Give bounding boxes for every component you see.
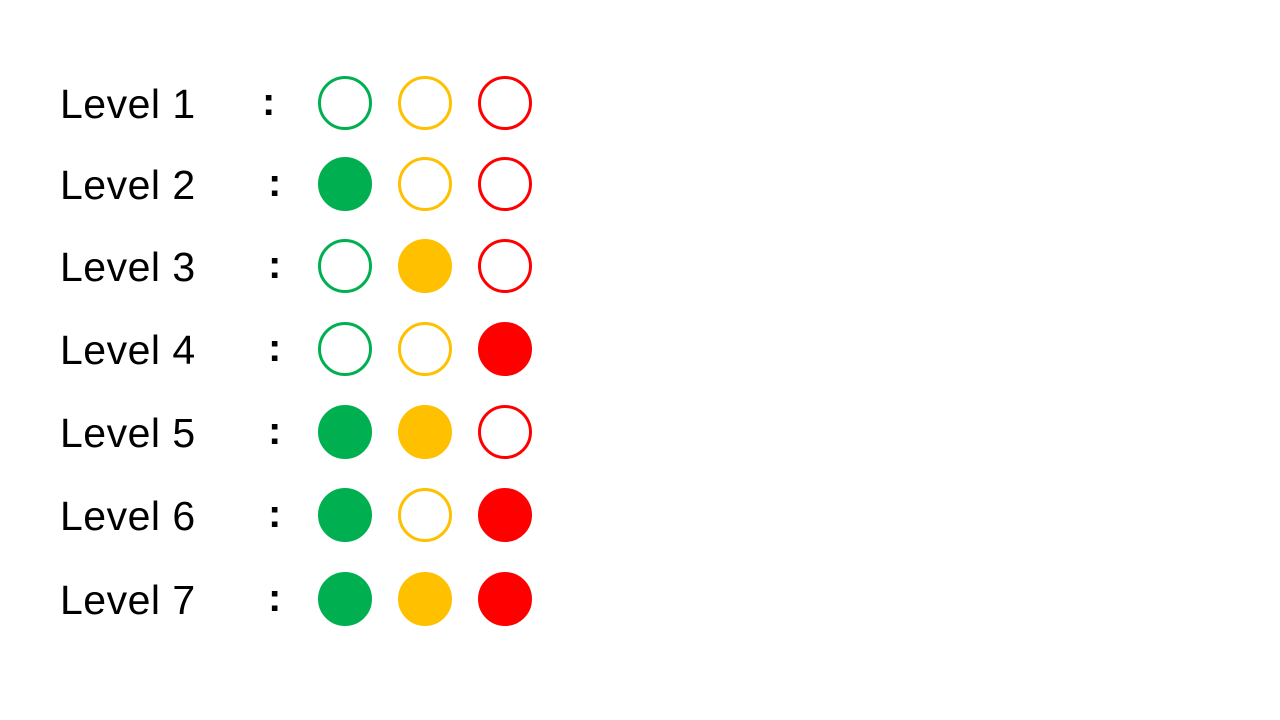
- colon-separator: :: [262, 80, 276, 124]
- red-indicator-filled-icon: [478, 488, 532, 542]
- level-row: Level 5:: [0, 399, 600, 469]
- red-indicator-filled-icon: [478, 572, 532, 626]
- yellow-indicator-filled-icon: [398, 239, 452, 293]
- level-label: Level 3: [60, 244, 196, 290]
- colon-separator: :: [268, 409, 282, 453]
- level-label: Level 2: [60, 162, 196, 208]
- yellow-indicator-empty-icon: [398, 488, 452, 542]
- colon-separator: :: [268, 492, 282, 536]
- green-indicator-empty-icon: [318, 322, 372, 376]
- red-indicator-filled-icon: [478, 322, 532, 376]
- level-row: Level 6:: [0, 482, 600, 552]
- level-row: Level 3:: [0, 233, 600, 303]
- yellow-indicator-empty-icon: [398, 76, 452, 130]
- level-label: Level 1: [60, 81, 196, 127]
- level-label: Level 6: [60, 493, 196, 539]
- green-indicator-filled-icon: [318, 157, 372, 211]
- yellow-indicator-empty-icon: [398, 157, 452, 211]
- red-indicator-empty-icon: [478, 157, 532, 211]
- colon-separator: :: [268, 243, 282, 287]
- green-indicator-empty-icon: [318, 76, 372, 130]
- yellow-indicator-filled-icon: [398, 572, 452, 626]
- green-indicator-filled-icon: [318, 405, 372, 459]
- colon-separator: :: [268, 326, 282, 370]
- level-row: Level 1:: [0, 70, 600, 140]
- green-indicator-filled-icon: [318, 488, 372, 542]
- red-indicator-empty-icon: [478, 239, 532, 293]
- green-indicator-filled-icon: [318, 572, 372, 626]
- level-row: Level 4:: [0, 316, 600, 386]
- yellow-indicator-filled-icon: [398, 405, 452, 459]
- yellow-indicator-empty-icon: [398, 322, 452, 376]
- colon-separator: :: [268, 576, 282, 620]
- red-indicator-empty-icon: [478, 76, 532, 130]
- red-indicator-empty-icon: [478, 405, 532, 459]
- level-label: Level 5: [60, 410, 196, 456]
- level-label: Level 7: [60, 577, 196, 623]
- level-row: Level 2:: [0, 151, 600, 221]
- level-row: Level 7:: [0, 566, 600, 636]
- level-label: Level 4: [60, 327, 196, 373]
- green-indicator-empty-icon: [318, 239, 372, 293]
- colon-separator: :: [268, 161, 282, 205]
